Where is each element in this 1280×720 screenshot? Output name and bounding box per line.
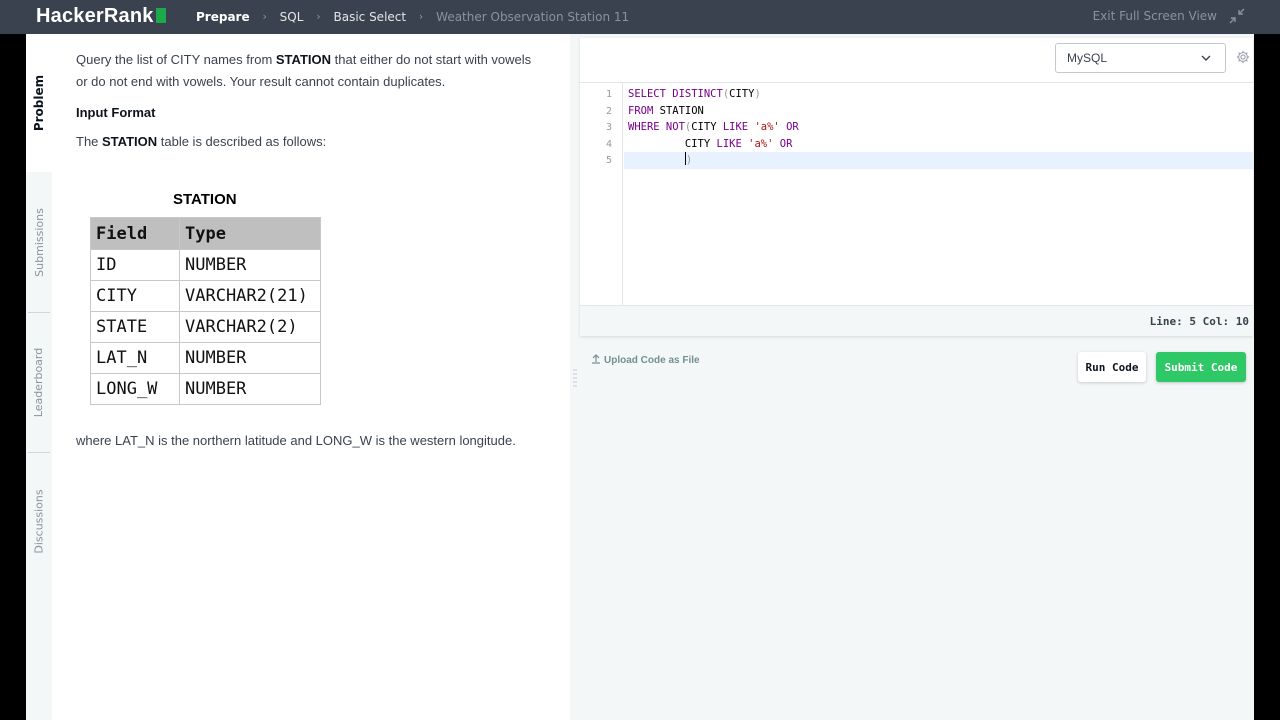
sql-identifier: STATION bbox=[653, 105, 704, 117]
table-row: ID NUMBER bbox=[90, 249, 321, 281]
upload-arrow-icon bbox=[592, 354, 600, 364]
column-header-field: Field bbox=[90, 217, 180, 250]
breadcrumb-prepare[interactable]: Prepare bbox=[196, 10, 250, 24]
chevron-right-icon: › bbox=[418, 10, 424, 23]
intro-table-name: STATION bbox=[275, 52, 332, 67]
code-line: FROM STATION bbox=[628, 103, 1257, 120]
sql-keyword: OR bbox=[779, 121, 799, 133]
code-editor: MySQL 1 2 3 4 5 SELECT DISTINCT(CITY) FR… bbox=[580, 38, 1253, 336]
sql-identifier: CITY bbox=[684, 138, 717, 150]
line-number: 3 bbox=[605, 122, 612, 133]
chevron-right-icon: › bbox=[262, 10, 267, 23]
editor-header: MySQL bbox=[580, 38, 1253, 83]
table-row: STATE VARCHAR2(2) bbox=[90, 311, 321, 343]
language-select[interactable]: MySQL bbox=[1055, 43, 1226, 73]
gear-icon[interactable] bbox=[1236, 50, 1250, 64]
exit-full-screen-link[interactable]: Exit Full Screen View bbox=[1093, 9, 1217, 23]
station-schema-table: Field Type ID NUMBER CITY VARCHAR2(21) S… bbox=[90, 217, 321, 405]
sql-keyword: SELECT DISTINCT bbox=[628, 88, 723, 100]
sql-keyword: LIKE bbox=[716, 138, 742, 150]
breadcrumb: Prepare › SQL › Basic Select › Weather O… bbox=[196, 9, 629, 24]
sidebar-tabs: Problem Submissions Leaderboard Discussi… bbox=[26, 34, 52, 720]
sql-string: 'a%' bbox=[741, 138, 774, 150]
code-line: CITY LIKE 'a%' OR bbox=[628, 136, 1257, 153]
tab-problem[interactable]: Problem bbox=[26, 34, 52, 172]
upload-code-link[interactable]: Upload Code as File bbox=[591, 354, 700, 366]
code-input-area[interactable]: SELECT DISTINCT(CITY) FROM STATION WHERE… bbox=[624, 83, 1253, 305]
type-cell: NUMBER bbox=[179, 373, 321, 405]
chevron-down-icon bbox=[1201, 55, 1211, 61]
breadcrumb-current-challenge: Weather Observation Station 11 bbox=[436, 9, 630, 24]
intro-text: Query the list of CITY names from bbox=[76, 52, 276, 67]
code-line-active: ) bbox=[624, 152, 1253, 169]
footnote-text: where LAT_N is the northern latitude and… bbox=[76, 433, 516, 448]
table-desc-name: STATION bbox=[102, 134, 158, 149]
run-code-button[interactable]: Run Code bbox=[1078, 352, 1146, 382]
tab-submissions-label: Submissions bbox=[32, 207, 46, 277]
field-cell: LAT_N bbox=[90, 342, 180, 374]
station-table-title: STATION bbox=[173, 191, 237, 208]
line-number-gutter: 1 2 3 4 5 bbox=[580, 83, 623, 305]
code-line: WHERE NOT(CITY LIKE 'a%' OR bbox=[628, 119, 1257, 136]
input-format-heading: Input Format bbox=[76, 105, 156, 120]
field-cell: ID bbox=[90, 249, 180, 281]
tab-discussions[interactable]: Discussions bbox=[26, 453, 52, 589]
table-desc-text-cont: table is described as follows: bbox=[157, 134, 327, 149]
breadcrumb-sql[interactable]: SQL bbox=[280, 10, 304, 24]
logo-block-icon bbox=[155, 8, 166, 23]
column-header-type: Type bbox=[179, 217, 321, 250]
breadcrumb-basic-select[interactable]: Basic Select bbox=[333, 10, 406, 24]
problem-intro: Query the list of CITY names from STATIO… bbox=[76, 49, 546, 93]
top-navbar: HackerRank Prepare › SQL › Basic Select … bbox=[0, 0, 1280, 34]
problem-statement-panel: Query the list of CITY names from STATIO… bbox=[52, 34, 570, 720]
table-desc-text: The bbox=[76, 134, 103, 149]
type-cell: VARCHAR2(2) bbox=[179, 311, 321, 343]
tab-leaderboard[interactable]: Leaderboard bbox=[26, 313, 52, 452]
hackerrank-logo[interactable]: HackerRank bbox=[36, 5, 166, 28]
paren: ) bbox=[685, 154, 693, 166]
table-row: LAT_N NUMBER bbox=[90, 342, 321, 374]
sql-string: 'a%' bbox=[748, 121, 780, 133]
language-select-value: MySQL bbox=[1067, 51, 1108, 65]
line-number: 2 bbox=[605, 106, 612, 117]
type-cell: VARCHAR2(21) bbox=[179, 280, 321, 312]
line-number: 1 bbox=[605, 89, 612, 100]
drag-handle-icon[interactable] bbox=[573, 368, 577, 390]
submit-code-button[interactable]: Submit Code bbox=[1156, 352, 1246, 382]
sql-identifier: CITY bbox=[729, 88, 755, 100]
type-cell: NUMBER bbox=[179, 342, 321, 374]
sql-keyword: OR bbox=[773, 138, 793, 150]
cursor-position: Line: 5 Col: 10 bbox=[1149, 315, 1249, 328]
line-number: 5 bbox=[605, 155, 612, 166]
tab-problem-label: Problem bbox=[32, 74, 46, 132]
sql-keyword: WHERE NOT bbox=[628, 121, 685, 133]
field-cell: LONG_W bbox=[90, 373, 180, 405]
table-description: The STATION table is described as follow… bbox=[76, 131, 546, 153]
table-row: CITY VARCHAR2(21) bbox=[90, 280, 321, 312]
table-header-row: Field Type bbox=[90, 217, 321, 250]
table-row: LONG_W NUMBER bbox=[90, 373, 321, 405]
code-line: SELECT DISTINCT(CITY) bbox=[628, 86, 1257, 103]
paren: ) bbox=[754, 88, 761, 100]
sql-identifier: CITY bbox=[691, 121, 723, 133]
chevron-right-icon: › bbox=[316, 10, 321, 23]
sql-keyword: LIKE bbox=[722, 121, 749, 133]
field-cell: CITY bbox=[90, 280, 180, 312]
tab-submissions[interactable]: Submissions bbox=[26, 172, 52, 312]
sql-keyword: FROM bbox=[628, 105, 654, 117]
type-cell: NUMBER bbox=[179, 249, 321, 281]
collapse-arrows-icon[interactable] bbox=[1229, 8, 1245, 24]
editor-status-bar: Line: 5 Col: 10 bbox=[580, 305, 1253, 336]
logo-text: HackerRank bbox=[36, 5, 154, 27]
line-number: 4 bbox=[605, 139, 612, 150]
upload-label: Upload Code as File bbox=[604, 355, 700, 366]
tab-discussions-label: Discussions bbox=[32, 488, 46, 554]
tab-leaderboard-label: Leaderboard bbox=[32, 347, 46, 418]
field-cell: STATE bbox=[90, 311, 180, 343]
